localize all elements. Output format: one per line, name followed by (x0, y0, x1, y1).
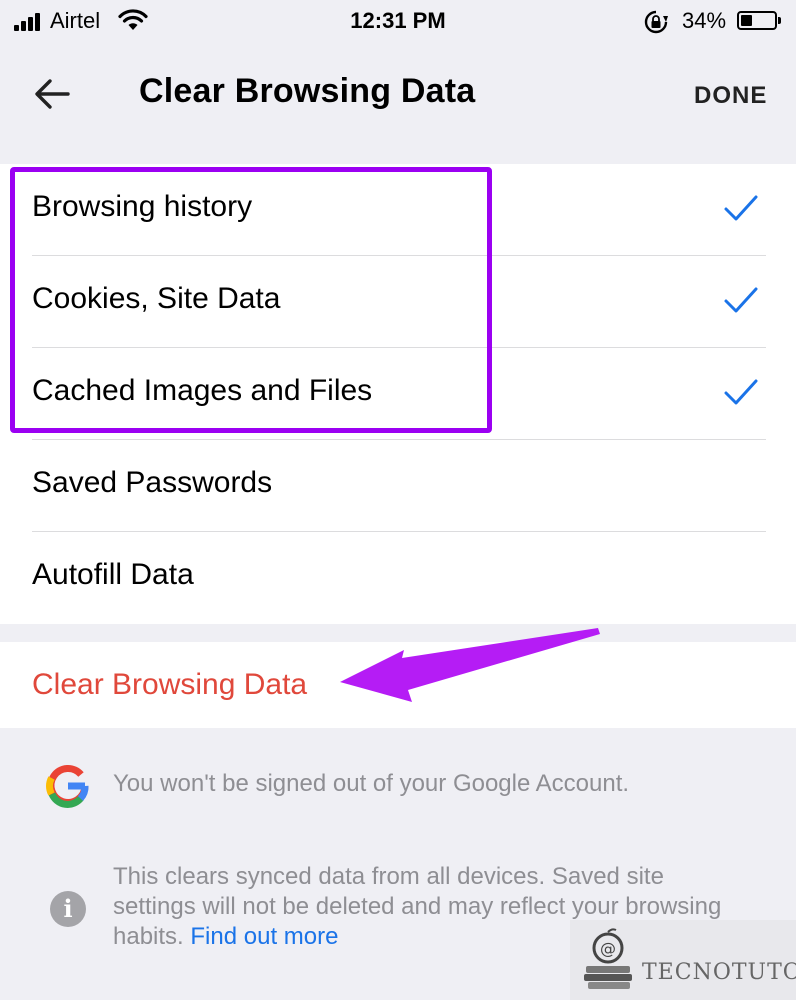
done-button[interactable]: DONE (694, 82, 767, 110)
navigation-bar: Clear Browsing Data DONE (0, 42, 796, 142)
option-cookies-site-data[interactable]: Cookies, Site Data (0, 256, 796, 348)
google-logo-icon (46, 765, 89, 808)
option-label: Autofill Data (32, 558, 194, 591)
battery-percentage: 34% (682, 8, 727, 33)
clear-browsing-data-label: Clear Browsing Data (32, 668, 308, 701)
option-label: Browsing history (32, 190, 253, 223)
find-out-more-link[interactable]: Find out more (190, 923, 338, 950)
page-title: Clear Browsing Data (139, 72, 476, 110)
google-note-text: You won't be signed out of your Google A… (113, 770, 630, 797)
watermark: @ TECNOTUTO (570, 920, 796, 1000)
back-arrow-icon[interactable] (30, 72, 74, 116)
watermark-text: TECNOTUTO (642, 960, 796, 985)
battery-icon (737, 11, 781, 30)
data-type-list: Browsing history Cookies, Site Data Cach… (0, 164, 796, 624)
svg-text:@: @ (600, 939, 616, 958)
google-account-note: You won't be signed out of your Google A… (0, 760, 796, 810)
status-bar: Airtel 12:31 PM 34% (0, 0, 796, 42)
option-browsing-history[interactable]: Browsing history (0, 164, 796, 256)
option-saved-passwords[interactable]: Saved Passwords (0, 440, 796, 532)
option-label: Cached Images and Files (32, 374, 373, 407)
option-label: Cookies, Site Data (32, 282, 281, 315)
option-label: Saved Passwords (32, 466, 273, 499)
info-icon: i (50, 891, 86, 927)
tecnotuto-logo-icon: @ (584, 928, 632, 989)
checkmark-icon (724, 379, 758, 405)
clock: 12:31 PM (350, 8, 446, 33)
checkmark-icon (724, 195, 758, 221)
rotation-lock-icon (644, 10, 668, 34)
option-autofill-data[interactable]: Autofill Data (0, 532, 796, 624)
annotation-arrow-icon (340, 628, 600, 702)
checkmark-icon (724, 287, 758, 313)
option-cached-images-files[interactable]: Cached Images and Files (0, 348, 796, 440)
